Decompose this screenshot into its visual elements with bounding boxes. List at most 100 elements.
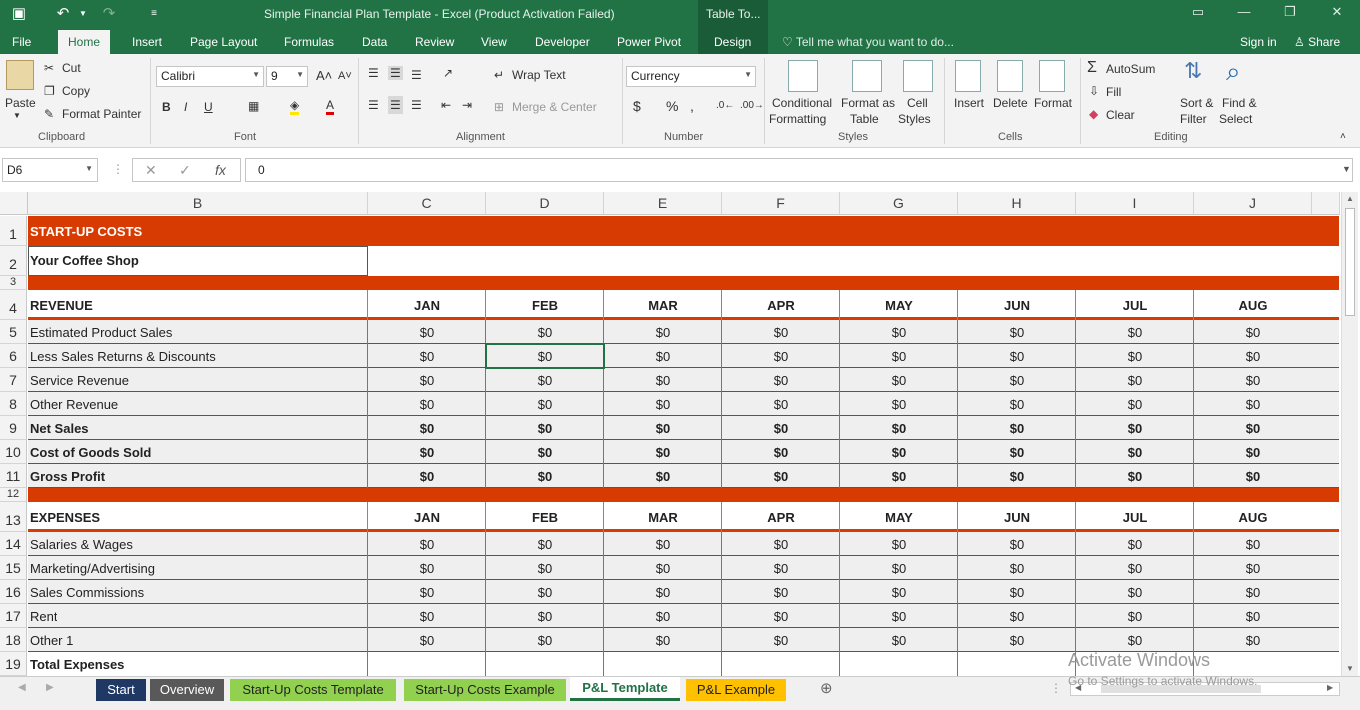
wrap-text-button[interactable]: Wrap Text (512, 68, 566, 82)
format-as-table-line2[interactable]: Table (850, 112, 879, 126)
delete-cells-button[interactable]: Delete (993, 96, 1028, 110)
value-cell[interactable]: $0 (722, 397, 840, 412)
tab-review[interactable]: Review (415, 35, 454, 49)
tell-me-box[interactable]: ♡ Tell me what you want to do... (782, 35, 954, 49)
value-cell[interactable]: $0 (1194, 445, 1312, 460)
tab-file[interactable]: File (12, 35, 31, 49)
value-cell[interactable]: $0 (1076, 585, 1194, 600)
value-cell[interactable]: $0 (840, 373, 958, 388)
column-header-h[interactable]: H (958, 192, 1076, 215)
font-color-icon[interactable]: A (326, 98, 335, 115)
align-bottom-icon[interactable]: ☰ (411, 68, 422, 82)
value-cell[interactable]: $0 (840, 633, 958, 648)
cell-styles-line1[interactable]: Cell (907, 96, 928, 110)
cancel-icon[interactable]: ✕ (145, 162, 157, 179)
value-cell[interactable]: $0 (368, 469, 486, 484)
row-header-12[interactable]: 12 (0, 488, 27, 502)
save-icon[interactable]: ▣ (8, 4, 30, 22)
row-label[interactable]: Estimated Product Sales (30, 325, 172, 340)
tab-home[interactable]: Home (58, 30, 111, 55)
autosum-button[interactable]: AutoSum (1106, 62, 1155, 76)
align-top-icon[interactable]: ☰ (368, 66, 379, 80)
borders-icon[interactable]: ▦ (248, 99, 259, 113)
copy-button[interactable]: Copy (62, 84, 90, 98)
cut-button[interactable]: Cut (62, 61, 81, 75)
row-label[interactable]: Sales Commissions (30, 585, 144, 600)
value-cell[interactable]: $0 (722, 325, 840, 340)
cell-styles-line2[interactable]: Styles (898, 112, 931, 126)
row-header-3[interactable]: 3 (0, 276, 27, 290)
value-cell[interactable]: $0 (958, 585, 1076, 600)
value-cell[interactable]: $0 (840, 585, 958, 600)
value-cell[interactable]: $0 (840, 349, 958, 364)
redo-icon[interactable]: ↷ (98, 4, 120, 22)
tab-view[interactable]: View (481, 35, 507, 49)
value-cell[interactable]: $0 (1194, 561, 1312, 576)
find-select-line2[interactable]: Select (1219, 112, 1252, 126)
value-cell[interactable]: $0 (604, 561, 722, 576)
row-header-7[interactable]: 7 (0, 368, 27, 392)
delete-cells-icon[interactable] (997, 60, 1023, 92)
value-cell[interactable]: $0 (958, 445, 1076, 460)
fill-button[interactable]: Fill (1106, 85, 1121, 99)
value-cell[interactable]: $0 (958, 537, 1076, 552)
clear-button[interactable]: Clear (1106, 108, 1135, 122)
value-cell[interactable]: $0 (1194, 325, 1312, 340)
sort-filter-icon[interactable]: ⇅ (1184, 58, 1202, 84)
close-icon[interactable]: ✕ (1325, 4, 1349, 20)
scroll-up-icon[interactable]: ▲ (1346, 194, 1354, 203)
value-cell[interactable]: $0 (1194, 633, 1312, 648)
value-cell[interactable]: $0 (722, 609, 840, 624)
value-cell[interactable]: $0 (958, 397, 1076, 412)
tab-page-layout[interactable]: Page Layout (190, 35, 257, 49)
value-cell[interactable]: $0 (1076, 561, 1194, 576)
row-header-2[interactable]: 2 (0, 246, 27, 276)
find-select-line1[interactable]: Find & (1222, 96, 1257, 110)
select-all-corner[interactable] (0, 192, 28, 215)
format-cells-icon[interactable] (1039, 60, 1065, 92)
underline-icon[interactable]: U (204, 100, 213, 114)
value-cell[interactable]: $0 (368, 561, 486, 576)
value-cell[interactable]: $0 (1194, 585, 1312, 600)
column-header-c[interactable]: C (368, 192, 486, 215)
value-cell[interactable]: $0 (840, 561, 958, 576)
format-as-table-line1[interactable]: Format as (841, 96, 895, 110)
insert-cells-button[interactable]: Insert (954, 96, 984, 110)
value-cell[interactable]: $0 (486, 585, 604, 600)
prev-sheet-icon[interactable]: ◀ (18, 682, 26, 693)
value-cell[interactable]: $0 (604, 537, 722, 552)
cell-styles-icon[interactable] (903, 60, 933, 92)
value-cell[interactable]: $0 (368, 585, 486, 600)
value-cell[interactable]: $0 (1194, 469, 1312, 484)
worksheet-grid[interactable]: B C D E F G H I J 1 2 3 4 5 6 7 8 9 10 11 12 13 14 15 16 17 18 19 ST… (0, 192, 1340, 676)
value-cell[interactable]: $0 (486, 445, 604, 460)
value-cell[interactable]: $0 (1194, 421, 1312, 436)
value-cell[interactable]: $0 (1076, 445, 1194, 460)
value-cell[interactable]: $0 (1076, 325, 1194, 340)
paste-icon[interactable] (6, 60, 34, 90)
number-format-select[interactable]: Currency ▼ (626, 66, 756, 87)
value-cell[interactable]: $0 (1194, 609, 1312, 624)
value-cell[interactable]: $0 (604, 609, 722, 624)
value-cell[interactable]: $0 (840, 397, 958, 412)
row-label[interactable]: Salaries & Wages (30, 537, 133, 552)
value-cell[interactable]: $0 (1076, 633, 1194, 648)
row-header-15[interactable]: 15 (0, 556, 27, 580)
value-cell[interactable]: $0 (840, 421, 958, 436)
sort-filter-line2[interactable]: Filter (1180, 112, 1207, 126)
value-cell[interactable]: $0 (1076, 373, 1194, 388)
value-cell[interactable]: $0 (486, 421, 604, 436)
sheet-tab-p-l-template[interactable]: P&L Template (570, 677, 680, 701)
column-header-i[interactable]: I (1076, 192, 1194, 215)
value-cell[interactable]: $0 (486, 469, 604, 484)
restore-icon[interactable]: ❐ (1278, 4, 1302, 20)
value-cell[interactable]: $0 (958, 633, 1076, 648)
value-cell[interactable]: $0 (958, 561, 1076, 576)
row-header-5[interactable]: 5 (0, 320, 27, 344)
value-cell[interactable]: $0 (1076, 537, 1194, 552)
expand-formula-icon[interactable]: ▼ (1342, 164, 1351, 174)
format-painter-button[interactable]: Format Painter (62, 107, 141, 121)
value-cell[interactable]: $0 (1194, 373, 1312, 388)
column-header-j[interactable]: J (1194, 192, 1312, 215)
value-cell[interactable]: $0 (604, 397, 722, 412)
